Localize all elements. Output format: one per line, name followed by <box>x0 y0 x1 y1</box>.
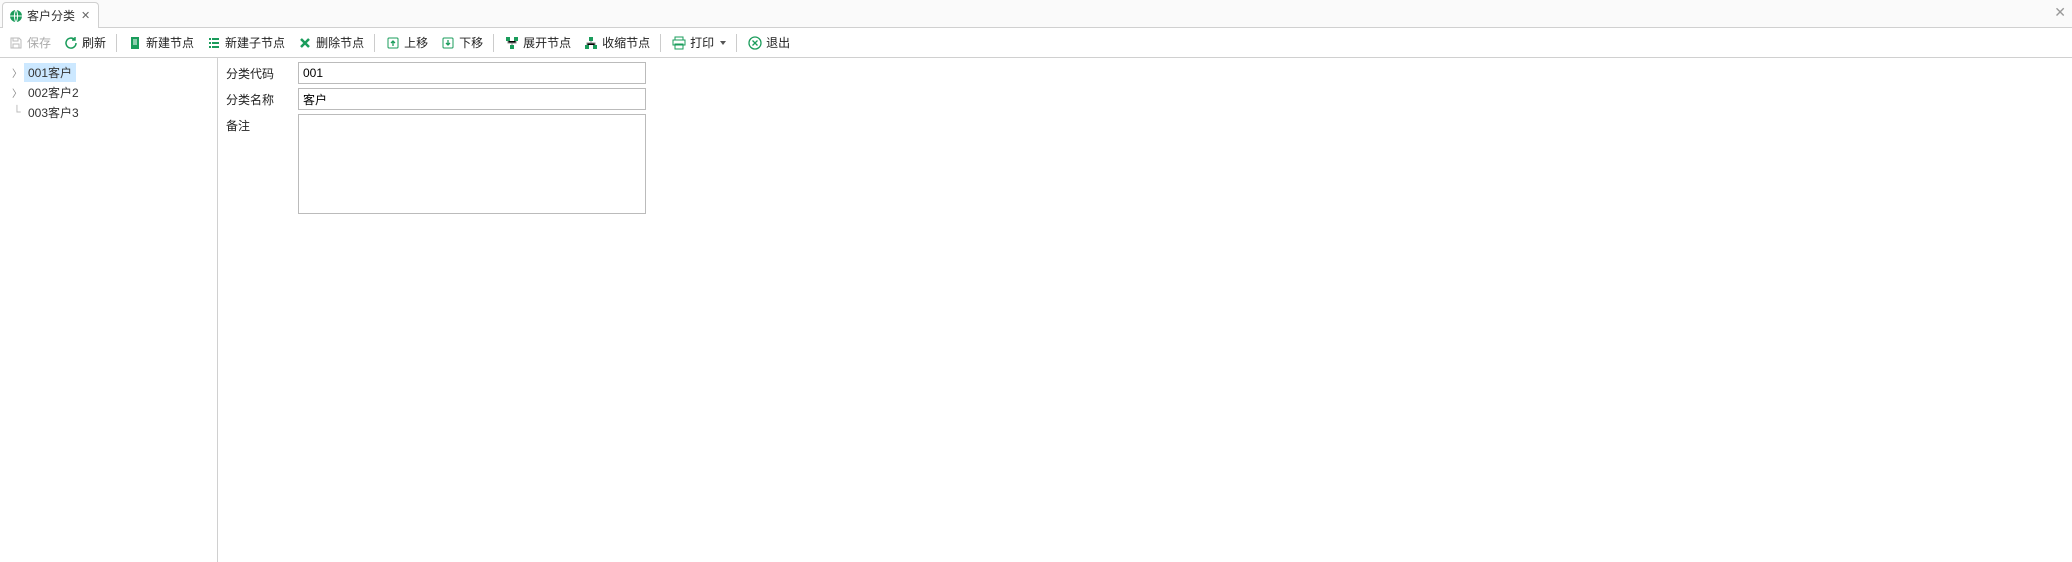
close-icon[interactable]: ✕ <box>2054 4 2066 21</box>
save-button[interactable]: 保存 <box>4 32 55 53</box>
separator <box>736 34 737 52</box>
delete-node-button[interactable]: 删除节点 <box>293 32 368 53</box>
exit-button[interactable]: 退出 <box>743 32 794 53</box>
expand-label: 展开节点 <box>523 34 571 51</box>
move-down-label: 下移 <box>459 34 483 51</box>
tree-connector-icon: └ <box>12 106 22 118</box>
code-label: 分类代码 <box>226 62 298 82</box>
tab-close-icon[interactable]: ✕ <box>81 9 90 22</box>
tree-panel: 〉 001客户 〉 002客户2 └ 003客户3 <box>0 58 218 562</box>
collapse-label: 收缩节点 <box>602 34 650 51</box>
move-up-label: 上移 <box>404 34 428 51</box>
tree-item[interactable]: 〉 002客户2 <box>6 82 217 102</box>
tree-item-label: 003客户3 <box>24 103 83 122</box>
tree-item-label: 002客户2 <box>24 83 83 102</box>
tree-item[interactable]: └ 003客户3 <box>6 102 217 122</box>
new-child-button[interactable]: 新建子节点 <box>202 32 289 53</box>
form-row-code: 分类代码 <box>226 62 2064 84</box>
new-node-button[interactable]: 新建节点 <box>123 32 198 53</box>
separator <box>493 34 494 52</box>
move-up-button[interactable]: 上移 <box>381 32 432 53</box>
content-area: 〉 001客户 〉 002客户2 └ 003客户3 分类代码 分类名称 备注 <box>0 58 2072 562</box>
form-row-name: 分类名称 <box>226 88 2064 110</box>
list-icon <box>206 35 222 51</box>
arrow-down-icon <box>440 35 456 51</box>
form-row-remark: 备注 <box>226 114 2064 214</box>
tree-expand-icon <box>504 35 520 51</box>
separator <box>374 34 375 52</box>
form-panel: 分类代码 分类名称 备注 <box>218 58 2072 562</box>
tab-customer-category[interactable]: 客户分类 ✕ <box>2 2 99 28</box>
exit-icon <box>747 35 763 51</box>
delete-icon <box>297 35 313 51</box>
code-input[interactable] <box>298 62 646 84</box>
expand-button[interactable]: 展开节点 <box>500 32 575 53</box>
print-icon <box>671 35 687 51</box>
new-node-label: 新建节点 <box>146 34 194 51</box>
tree-collapse-icon <box>583 35 599 51</box>
chevron-right-icon[interactable]: 〉 <box>12 85 22 100</box>
new-child-label: 新建子节点 <box>225 34 285 51</box>
exit-label: 退出 <box>766 34 790 51</box>
separator <box>116 34 117 52</box>
tab-bar: 客户分类 ✕ ✕ <box>0 0 2072 28</box>
name-label: 分类名称 <box>226 88 298 108</box>
toolbar: 保存 刷新 新建节点 新建子节点 删除节点 上移 下移 <box>0 28 2072 58</box>
refresh-icon <box>63 35 79 51</box>
remark-textarea[interactable] <box>298 114 646 214</box>
refresh-button[interactable]: 刷新 <box>59 32 110 53</box>
refresh-label: 刷新 <box>82 34 106 51</box>
print-button[interactable]: 打印 <box>667 32 730 53</box>
print-label: 打印 <box>690 34 714 51</box>
collapse-button[interactable]: 收缩节点 <box>579 32 654 53</box>
globe-icon <box>9 9 23 23</box>
tab-title: 客户分类 <box>27 7 75 24</box>
chevron-right-icon[interactable]: 〉 <box>12 65 22 80</box>
name-input[interactable] <box>298 88 646 110</box>
save-label: 保存 <box>27 34 51 51</box>
tree-item-label: 001客户 <box>24 63 76 82</box>
tree-item[interactable]: 〉 001客户 <box>6 62 217 82</box>
chevron-down-icon <box>720 41 726 45</box>
remark-label: 备注 <box>226 114 298 134</box>
move-down-button[interactable]: 下移 <box>436 32 487 53</box>
delete-node-label: 删除节点 <box>316 34 364 51</box>
separator <box>660 34 661 52</box>
arrow-up-icon <box>385 35 401 51</box>
save-icon <box>8 35 24 51</box>
document-icon <box>127 35 143 51</box>
